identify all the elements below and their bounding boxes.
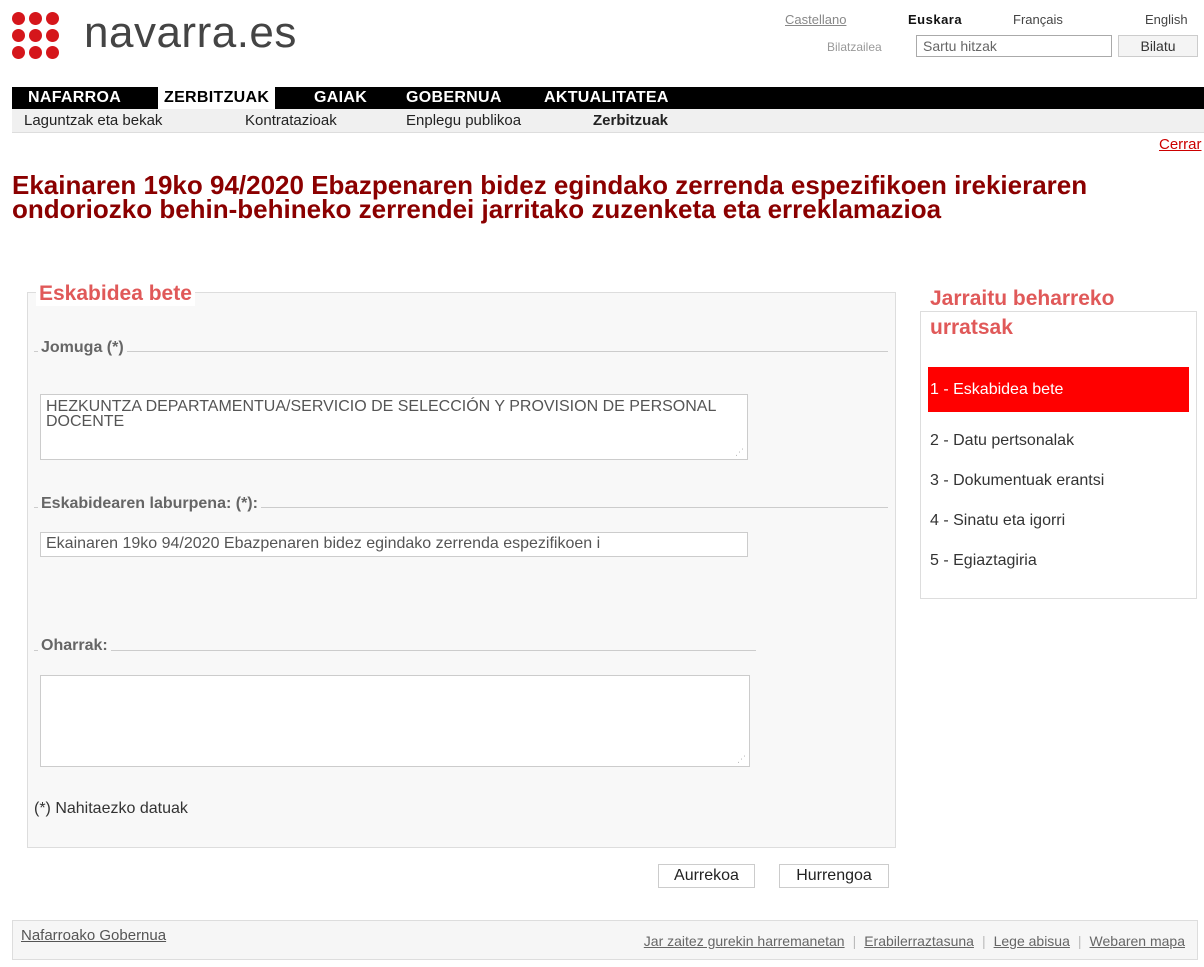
resize-grip-icon[interactable]: ⋰: [735, 448, 744, 457]
laburpena-field[interactable]: Ekainaren 19ko 94/2020 Ebazpenaren bidez…: [40, 532, 748, 557]
sub-nav: Laguntzak eta bekak Kontratazioak Enpleg…: [12, 109, 1204, 133]
lang-english-link[interactable]: English: [1145, 12, 1188, 27]
logo-text: navarra.es: [84, 8, 297, 57]
footer-separator: |: [1077, 933, 1082, 949]
footer-legal-link[interactable]: Lege abisua: [994, 933, 1070, 949]
jomuga-label: Jomuga (*): [38, 339, 127, 357]
nav-gaiak[interactable]: GAIAK: [314, 87, 367, 109]
nav-gobernua[interactable]: GOBERNUA: [406, 87, 502, 109]
next-button[interactable]: Hurrengoa: [779, 864, 889, 888]
footer-separator: |: [852, 933, 857, 949]
subnav-zerbitzuak[interactable]: Zerbitzuak: [593, 112, 668, 129]
nav-nafarroa[interactable]: NAFARROA: [28, 87, 121, 109]
navarra-logo[interactable]: navarra.es: [12, 8, 352, 62]
oharrak-textarea[interactable]: ⋰: [40, 675, 750, 767]
nav-aktualitatea[interactable]: AKTUALITATEA: [544, 87, 669, 109]
laburpena-label: Eskabidearen laburpena: (*):: [38, 495, 261, 513]
required-note: (*) Nahitaezko datuak: [34, 800, 188, 817]
logo-dots-icon: [12, 12, 76, 60]
footer-government-link[interactable]: Nafarroako Gobernua: [21, 927, 166, 944]
language-selector: Castellano Euskara Français English: [780, 12, 1200, 34]
footer-links: Jar zaitez gurekin harremanetan | Erabiler…: [644, 933, 1185, 949]
step-5: 5 - Egiaztagiria: [930, 552, 1037, 569]
footer-separator: |: [981, 933, 986, 949]
jomuga-field[interactable]: HEZKUNTZA DEPARTAMENTUA/SERVICIO DE SELE…: [40, 394, 748, 460]
previous-button[interactable]: Aurrekoa: [658, 864, 755, 888]
laburpena-value: Ekainaren 19ko 94/2020 Ebazpenaren bidez…: [46, 535, 601, 552]
resize-grip-icon[interactable]: ⋰: [737, 755, 746, 764]
steps-title: Jarraitu beharreko urratsak: [930, 287, 1115, 339]
page-title: Ekainaren 19ko 94/2020 Ebazpenaren bidez…: [12, 170, 1088, 224]
lang-euskara-current: Euskara: [908, 12, 963, 27]
step-1-active: 1 - Eskabidea bete: [928, 367, 1189, 412]
lang-francais-link[interactable]: Français: [1013, 12, 1063, 27]
footer-accessibility-link[interactable]: Erabilerraztasuna: [864, 933, 974, 949]
subnav-kontratazioak[interactable]: Kontratazioak: [245, 112, 337, 129]
step-3: 3 - Dokumentuak erantsi: [930, 472, 1105, 489]
subnav-laguntzak[interactable]: Laguntzak eta bekak: [24, 112, 162, 129]
oharrak-label: Oharrak:: [38, 637, 111, 655]
lang-castellano-link[interactable]: Castellano: [785, 12, 846, 27]
search-input[interactable]: [916, 35, 1112, 57]
form-legend: Eskabidea bete: [36, 282, 195, 306]
main-nav: NAFARROA ZERBITZUAK GAIAK GOBERNUA AKTUA…: [12, 87, 1204, 109]
footer: Nafarroako Gobernua Jar zaitez gurekin h…: [12, 920, 1198, 960]
close-link[interactable]: Cerrar: [1159, 136, 1202, 153]
footer-contact-link[interactable]: Jar zaitez gurekin harremanetan: [644, 933, 845, 949]
jomuga-value: HEZKUNTZA DEPARTAMENTUA/SERVICIO DE SELE…: [46, 398, 716, 430]
search-label: Bilatzailea: [827, 40, 882, 54]
step-4: 4 - Sinatu eta igorri: [930, 512, 1066, 529]
subnav-enplegu[interactable]: Enplegu publikoa: [406, 112, 521, 129]
jomuga-divider: [34, 351, 888, 352]
step-2: 2 - Datu pertsonalak: [930, 432, 1075, 449]
footer-sitemap-link[interactable]: Webaren mapa: [1090, 933, 1185, 949]
search-button[interactable]: Bilatu: [1118, 35, 1198, 57]
oharrak-divider: [34, 650, 756, 651]
nav-zerbitzuak[interactable]: ZERBITZUAK: [158, 87, 276, 109]
